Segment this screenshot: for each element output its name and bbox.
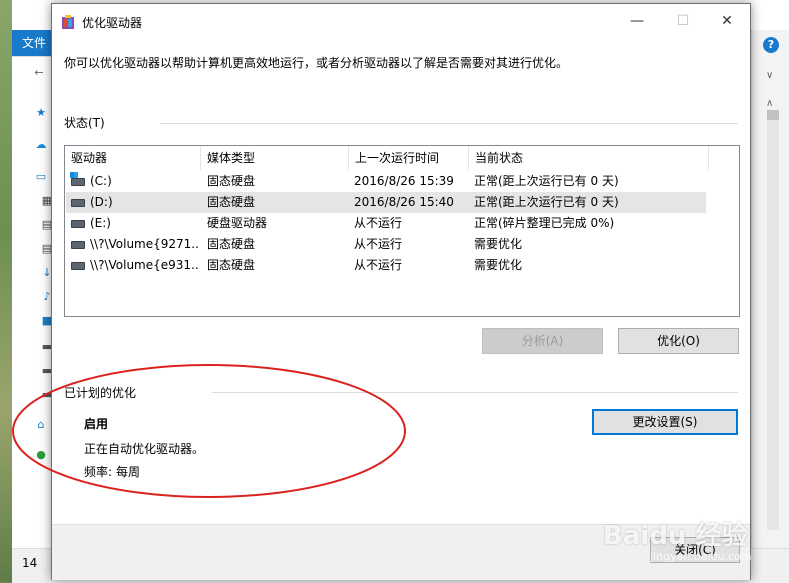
drive-last-run: 从不运行 — [354, 237, 403, 251]
watermark-url: jingyan.baidu.com — [650, 550, 752, 563]
explorer-file-tab[interactable]: 文件 — [12, 30, 56, 56]
watermark-logo: Baidu 经验 — [603, 521, 748, 551]
drive-icon — [71, 220, 85, 228]
status-section-label: 状态(T) — [64, 116, 105, 130]
column-header-last-run[interactable]: 上一次运行时间 — [349, 146, 469, 170]
drive-row[interactable]: \\?\Volume{9271... 固态硬盘 从不运行 需要优化 — [66, 234, 706, 255]
column-header-drive[interactable]: 驱动器 — [65, 146, 201, 170]
drive-last-run: 2016/8/26 15:40 — [354, 195, 454, 209]
drive-row-selected[interactable]: (D:) 固态硬盘 2016/8/26 15:40 正常(距上次运行已有 0 天… — [66, 192, 706, 213]
drive-name: \\?\Volume{e931... — [90, 258, 200, 272]
drive-status: 正常(碎片整理已完成 0%) — [474, 216, 615, 230]
explorer-item-count: 14 — [22, 556, 38, 570]
dialog-title: 优化驱动器 — [82, 16, 143, 30]
drive-media-type: 硬盘驱动器 — [207, 216, 268, 230]
drive-last-run: 从不运行 — [354, 258, 403, 272]
scheduled-description: 正在自动优化驱动器。 — [84, 442, 205, 456]
explorer-scrollbar[interactable] — [767, 110, 779, 530]
drive-icon — [71, 262, 85, 270]
drives-list[interactable]: 驱动器 媒体类型 上一次运行时间 当前状态 (C:) 固态硬盘 2016/8/2… — [64, 145, 740, 317]
column-header-media-type[interactable]: 媒体类型 — [201, 146, 349, 170]
drive-media-type: 固态硬盘 — [207, 258, 256, 272]
annotation-ellipse — [12, 364, 406, 498]
drive-media-type: 固态硬盘 — [207, 195, 256, 209]
drive-icon — [71, 199, 85, 207]
drive-name: (D:) — [90, 195, 113, 209]
drives-list-header: 驱动器 媒体类型 上一次运行时间 当前状态 — [65, 146, 739, 170]
chevron-up-icon[interactable]: ∧ — [766, 98, 773, 109]
drive-name: (E:) — [90, 216, 111, 230]
explorer-scrollbar-thumb[interactable] — [767, 110, 779, 120]
optimize-drives-dialog: 优化驱动器 — ☐ ✕ 你可以优化驱动器以帮助计算机更高效地运行，或者分析驱动器… — [12, 3, 751, 580]
drive-status: 正常(距上次运行已有 0 天) — [474, 195, 619, 209]
close-window-button[interactable]: ✕ — [704, 4, 750, 38]
drive-name: (C:) — [90, 174, 112, 188]
drive-last-run: 从不运行 — [354, 216, 403, 230]
explorer-nav-pane: ← ★ ☁ ▭ ▦ ▤ ▤ ↓ ♪ ■ ▬ ▬ ▬ ⌂ ● — [12, 58, 52, 548]
onedrive-icon[interactable]: ☁ — [34, 138, 48, 152]
scheduled-state: 启用 — [84, 417, 109, 431]
defrag-app-icon — [62, 15, 74, 29]
maximize-button: ☐ — [676, 13, 690, 29]
drive-icon — [71, 241, 85, 249]
analyze-button[interactable]: 分析(A) — [482, 328, 603, 354]
system-drive-icon — [70, 172, 85, 186]
desktop-wallpaper — [0, 0, 12, 582]
status-section-divider — [160, 123, 738, 124]
drive-status: 正常(距上次运行已有 0 天) — [474, 174, 619, 188]
homegroup-icon[interactable]: ● — [34, 448, 48, 462]
frequency-label: 频率: — [84, 465, 113, 479]
chevron-down-icon[interactable]: ∨ — [766, 70, 773, 81]
back-arrow-icon[interactable]: ← — [32, 66, 46, 80]
column-header-current-status[interactable]: 当前状态 — [469, 146, 709, 170]
scheduled-section-divider — [212, 392, 738, 393]
scheduled-section-label: 已计划的优化 — [64, 386, 137, 400]
drive-status: 需要优化 — [474, 258, 523, 272]
drive-row[interactable]: \\?\Volume{e931... 固态硬盘 从不运行 需要优化 — [66, 255, 706, 276]
quick-access-star-icon[interactable]: ★ — [34, 106, 48, 120]
network-icon[interactable]: ⌂ — [34, 418, 48, 432]
minimize-button[interactable]: — — [614, 4, 660, 38]
drive-name: \\?\Volume{9271... — [90, 237, 200, 251]
help-icon[interactable]: ? — [763, 37, 779, 53]
drive-status: 需要优化 — [474, 237, 523, 251]
drive-media-type: 固态硬盘 — [207, 237, 256, 251]
drive-media-type: 固态硬盘 — [207, 174, 256, 188]
optimize-button[interactable]: 优化(O) — [618, 328, 739, 354]
dialog-titlebar[interactable]: 优化驱动器 — ☐ ✕ — [52, 4, 750, 38]
this-pc-icon[interactable]: ▭ — [34, 170, 48, 184]
drive-last-run: 2016/8/26 15:39 — [354, 174, 454, 188]
drive-row[interactable]: (E:) 硬盘驱动器 从不运行 正常(碎片整理已完成 0%) — [66, 213, 706, 234]
drive-row[interactable]: (C:) 固态硬盘 2016/8/26 15:39 正常(距上次运行已有 0 天… — [66, 171, 706, 192]
intro-text: 你可以优化驱动器以帮助计算机更高效地运行，或者分析驱动器以了解是否需要对其进行优… — [64, 56, 569, 70]
change-settings-button[interactable]: 更改设置(S) — [592, 409, 738, 435]
frequency-value: 每周 — [116, 465, 141, 479]
